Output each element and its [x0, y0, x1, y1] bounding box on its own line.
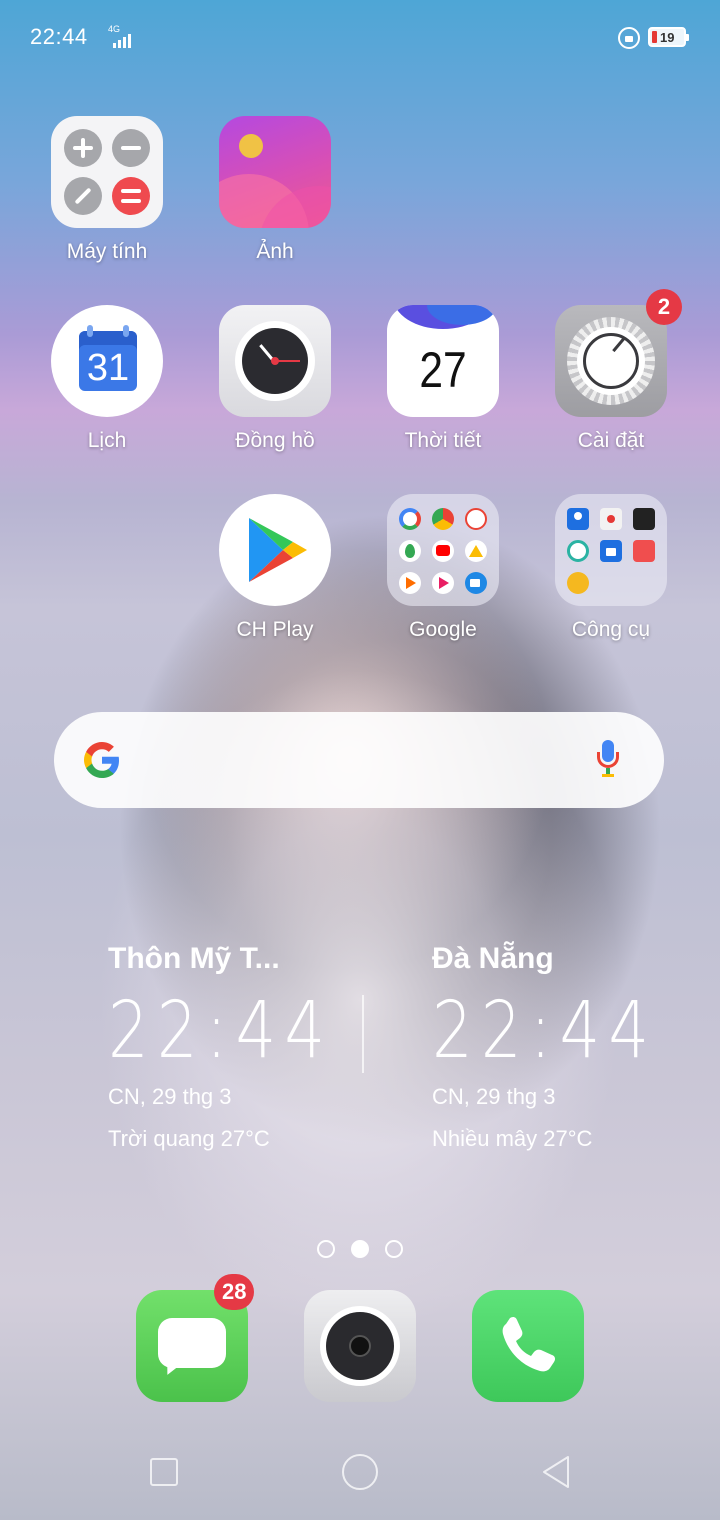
clock-city: Đà Nẵng [432, 942, 554, 975]
clock-weather: Trời quang 27°C [108, 1126, 270, 1151]
weather-icon: 27 [387, 305, 499, 417]
notification-badge: 28 [214, 1274, 255, 1310]
folder-google[interactable]: Google [378, 494, 508, 642]
clock-date: CN, 29 thg 3 [432, 1084, 556, 1109]
app-label: Lịch [87, 429, 127, 452]
calculator-icon [51, 116, 163, 228]
folder-tools[interactable]: Công cụ [546, 494, 676, 642]
phone-icon [472, 1290, 584, 1402]
home-button[interactable] [342, 1454, 378, 1490]
clock-time: 22:44 [108, 986, 334, 1076]
clock-time: 22:44 [432, 986, 658, 1076]
app-label: Đồng hồ [235, 429, 315, 452]
signal-icon: 4G [105, 24, 135, 48]
app-settings[interactable]: Cài đặt 2 [546, 289, 682, 453]
app-label: Máy tính [66, 240, 148, 263]
google-logo-icon [79, 737, 125, 783]
clock-date: CN, 29 thg 3 [108, 1084, 232, 1109]
network-type: 4G [108, 24, 121, 34]
battery-level: 19 [660, 30, 675, 45]
page-dot[interactable] [317, 1240, 335, 1258]
weather-day: 27 [419, 342, 467, 398]
app-weather[interactable]: 27 Thời tiết [378, 305, 508, 453]
google-search-bar[interactable] [54, 712, 664, 808]
dock-phone[interactable] [472, 1290, 584, 1402]
app-label: Ảnh [256, 240, 294, 263]
page-dot[interactable] [385, 1240, 403, 1258]
tools-folder-icon [555, 494, 667, 606]
app-clock[interactable]: Đồng hồ [210, 305, 340, 453]
dock-messages[interactable]: 28 [136, 1274, 255, 1402]
page-dot-current[interactable] [351, 1240, 369, 1258]
back-button[interactable] [540, 1454, 572, 1490]
dock-camera[interactable] [304, 1290, 416, 1402]
app-play-store[interactable]: CH Play [210, 494, 340, 642]
app-photos[interactable]: Ảnh [210, 116, 340, 264]
settings-icon [555, 305, 667, 417]
app-label: CH Play [236, 618, 314, 641]
clock-widget-second[interactable]: Đà Nẵng 22:44 CN, 29 thg 3 Nhiều mây 27°… [432, 942, 707, 1152]
calendar-day: 31 [86, 347, 130, 389]
notification-badge: 2 [646, 289, 682, 325]
status-time: 22:44 [30, 24, 88, 49]
clock-divider [362, 995, 364, 1073]
battery-icon: 19 [648, 27, 689, 47]
app-label: Google [409, 618, 477, 641]
app-calculator[interactable]: Máy tính [42, 116, 172, 264]
app-label: Cài đặt [577, 429, 645, 452]
photos-icon [219, 116, 331, 228]
app-calendar[interactable]: 31 Lịch [42, 305, 172, 453]
recent-apps-button[interactable] [150, 1458, 178, 1486]
calendar-icon: 31 [51, 305, 163, 417]
rotation-lock-icon [618, 27, 640, 49]
play-store-icon [219, 494, 331, 606]
app-label: Công cụ [571, 618, 651, 641]
clock-icon [219, 305, 331, 417]
clock-widget-home[interactable]: Thôn Mỹ T... 22:44 CN, 29 thg 3 Trời qua… [108, 942, 383, 1152]
microphone-icon[interactable] [594, 740, 622, 782]
clock-weather: Nhiều mây 27°C [432, 1126, 593, 1151]
google-folder-icon [387, 494, 499, 606]
app-label: Thời tiết [404, 429, 482, 452]
camera-icon [304, 1290, 416, 1402]
clock-city: Thôn Mỹ T... [108, 942, 280, 975]
